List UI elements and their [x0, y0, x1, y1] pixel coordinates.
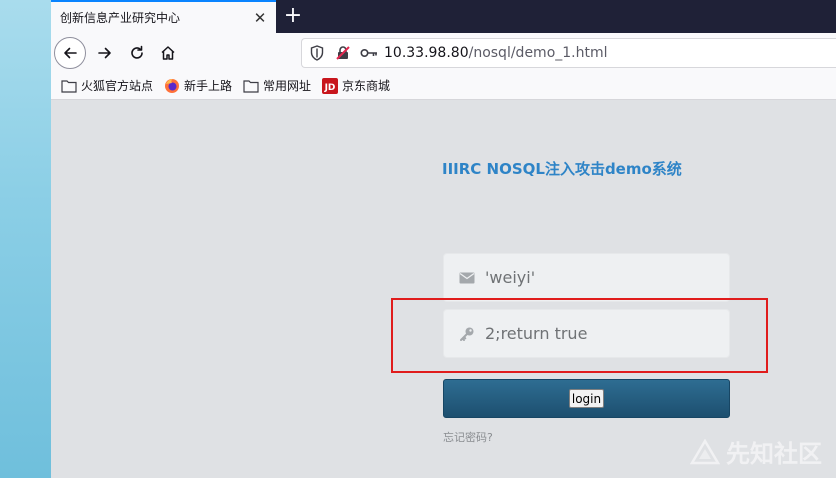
login-button[interactable]: login	[568, 389, 605, 408]
folder-icon	[61, 78, 77, 94]
reload-icon	[131, 45, 143, 59]
firefox-icon	[164, 78, 180, 94]
url-bar[interactable]: 10.33.98.80/nosql/demo_1.html	[301, 38, 836, 68]
bookmark-label: 京东商城	[342, 79, 391, 93]
desktop-background	[0, 0, 51, 478]
shield-icon[interactable]	[306, 42, 328, 64]
home-button[interactable]	[152, 37, 184, 69]
tab-active[interactable]: 创新信息产业研究中心 ✕	[51, 0, 276, 33]
bookmark-item-common-sites[interactable]: 常用网址	[243, 77, 311, 94]
envelope-icon	[457, 268, 477, 288]
watermark-text: 先知社区	[726, 440, 822, 468]
reload-button[interactable]	[121, 37, 153, 69]
key-icon[interactable]	[358, 42, 380, 64]
watermark: 先知社区	[690, 434, 822, 469]
forward-button[interactable]	[89, 37, 121, 69]
bookmark-label: 火狐官方站点	[81, 79, 154, 93]
navigation-toolbar: 10.33.98.80/nosql/demo_1.html	[51, 33, 836, 72]
insecure-lock-icon[interactable]	[332, 42, 354, 64]
bookmarks-toolbar: 火狐官方站点 新手上路 常用网址 JD 京东商城	[51, 72, 836, 100]
bookmark-label: 常用网址	[263, 79, 312, 93]
forgot-password-link[interactable]: 忘记密码?	[443, 429, 493, 445]
new-tab-button[interactable]: +	[280, 4, 306, 30]
url-text[interactable]: 10.33.98.80/nosql/demo_1.html	[384, 45, 608, 61]
bookmark-item-getting-started[interactable]: 新手上路	[164, 77, 232, 94]
back-button[interactable]	[54, 37, 86, 69]
url-host: 10.33.98.80	[384, 45, 469, 61]
page-content: IIIRC NOSQL注入攻击demo系统 'weiyi' 2;return t…	[51, 100, 836, 478]
bookmark-item-firefox-official[interactable]: 火狐官方站点	[61, 77, 153, 94]
close-tab-icon[interactable]: ✕	[250, 8, 270, 28]
jd-icon: JD	[322, 77, 339, 94]
browser-window: 创新信息产业研究中心 ✕ + 10.33.98.80/nosql/demo_1.…	[51, 0, 836, 478]
url-path: /nosql/demo_1.html	[468, 45, 608, 61]
login-bar[interactable]: login	[443, 379, 730, 418]
page-title: IIIRC NOSQL注入攻击demo系统	[442, 160, 682, 178]
username-input[interactable]: 'weiyi'	[485, 268, 535, 287]
tab-title: 创新信息产业研究中心	[60, 11, 181, 25]
folder-icon	[243, 78, 259, 94]
tab-bar: 创新信息产业研究中心 ✕ +	[51, 0, 836, 33]
svg-text:JD: JD	[324, 83, 336, 93]
bookmark-label: 新手上路	[184, 79, 233, 93]
home-icon	[161, 46, 175, 60]
username-field[interactable]: 'weiyi'	[443, 253, 730, 302]
watermark-logo-icon	[690, 438, 720, 464]
bookmark-item-jd-mall[interactable]: JD 京东商城	[322, 77, 390, 94]
arrow-right-icon	[98, 47, 111, 59]
annotation-highlight-box	[391, 298, 768, 373]
arrow-left-icon	[64, 47, 77, 59]
